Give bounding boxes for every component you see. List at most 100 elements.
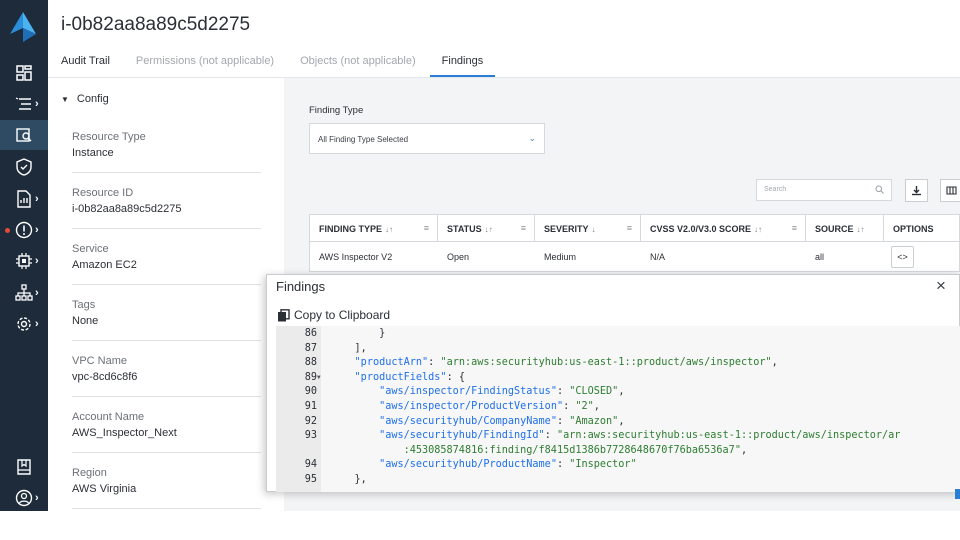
column-menu-icon[interactable]: ≡ — [521, 223, 526, 233]
column-header-cvss-score[interactable]: CVSS V2.0/V3.0 SCORE ↓↑ ≡ — [641, 215, 806, 241]
column-header-finding-type[interactable]: FINDING TYPE ↓↑ ≡ — [310, 215, 438, 241]
json-key: "aws/inspector/ProductVersion" — [379, 401, 564, 412]
line-number: 88 — [304, 357, 317, 369]
json-value: "arn:aws:securityhub:us-east-1::product/… — [556, 430, 901, 442]
field-value: None — [72, 315, 99, 327]
finding-type-select[interactable]: All Finding Type Selected ⌄ — [309, 123, 545, 154]
nav-docs[interactable] — [0, 452, 48, 482]
json-code-viewer[interactable]: 86 } 87 ], 88 "productArn": "arn:aws:secur… — [276, 326, 960, 492]
column-menu-icon[interactable]: ≡ — [792, 223, 797, 233]
code-line: 93 "aws/securityhub/FindingId": "arn:aws… — [276, 429, 960, 444]
line-number: 90 — [304, 386, 317, 398]
sort-icon[interactable]: ↓↑ — [857, 225, 865, 234]
line-number: 93 — [304, 430, 317, 442]
code-line: :453085874816:finding/f8415d1386b7728648… — [276, 444, 960, 459]
field-value: AWS Virginia — [72, 483, 137, 495]
json-punctuation: , — [593, 401, 600, 412]
shield-icon — [16, 158, 32, 176]
tab-audit-trail[interactable]: Audit Trail — [61, 55, 110, 78]
nav-compute[interactable]: › — [0, 246, 48, 276]
table-row[interactable]: AWS Inspector V2 Open Medium N/A all <> — [309, 242, 960, 272]
code-text: "aws/securityhub/ProductName": "Inspecto… — [330, 458, 637, 473]
code-line: 94 "aws/securityhub/ProductName": "Inspe… — [276, 458, 960, 473]
user-icon — [15, 489, 33, 507]
search-input[interactable]: Search — [756, 179, 892, 201]
json-key: "aws/securityhub/FindingId" — [379, 430, 545, 442]
field-label: Service — [72, 243, 109, 255]
close-icon[interactable]: × — [936, 276, 946, 296]
json-punctuation: } — [379, 328, 386, 339]
column-menu-icon[interactable]: ≡ — [627, 223, 632, 233]
view-json-button[interactable]: <> — [891, 246, 914, 268]
nav-settings[interactable]: › — [0, 309, 48, 339]
code-line: 92 "aws/securityhub/CompanyName": "Amazo… — [276, 415, 960, 430]
network-icon — [15, 284, 33, 301]
chevron-right-icon: › — [35, 98, 39, 110]
chevron-right-icon: › — [35, 318, 39, 330]
code-text: }, — [330, 473, 367, 488]
download-button[interactable] — [905, 179, 928, 202]
nav-security[interactable] — [0, 152, 48, 182]
caret-down-icon: ▼ — [61, 94, 69, 104]
finding-type-label: Finding Type — [309, 105, 364, 116]
nav-user[interactable]: › — [0, 483, 48, 513]
nav-network[interactable]: › — [0, 278, 48, 308]
column-header-severity[interactable]: SEVERITY ↓ ≡ — [535, 215, 641, 241]
json-key: "aws/securityhub/CompanyName" — [379, 415, 557, 427]
column-label: FINDING TYPE — [319, 224, 383, 234]
column-label: OPTIONS — [893, 224, 934, 234]
nav-resource-search[interactable] — [0, 120, 48, 150]
columns-icon — [946, 186, 957, 195]
json-punctuation: }, — [354, 474, 367, 485]
tab-findings[interactable]: Findings — [429, 55, 495, 78]
field-value: i-0b82aa8a89c5d2275 — [72, 203, 182, 215]
table-header: FINDING TYPE ↓↑ ≡ STATUS ↓↑ ≡ SEVERITY ↓ ≡ CVS… — [309, 214, 960, 242]
nav-dashboard[interactable] — [0, 58, 48, 88]
cell-severity: Medium — [544, 252, 577, 262]
column-header-source[interactable]: SOURCE ↓↑ — [806, 215, 884, 241]
json-punctuation: : — [556, 415, 570, 427]
nav-reports[interactable]: › — [0, 184, 48, 214]
columns-button[interactable] — [940, 179, 960, 202]
nav-inventory[interactable]: › — [0, 89, 48, 119]
column-menu-icon[interactable]: ≡ — [424, 223, 429, 233]
list-icon — [15, 97, 31, 110]
chevron-right-icon: › — [35, 492, 39, 504]
book-icon — [17, 459, 31, 475]
sort-icon[interactable]: ↓↑ — [485, 225, 493, 234]
logo-icon[interactable] — [10, 12, 36, 42]
json-punctuation: , — [618, 386, 625, 398]
field-service: Service Amazon EC2 — [72, 243, 261, 285]
modal-title: Findings — [276, 279, 326, 294]
report-icon — [17, 190, 31, 208]
json-value: "2" — [575, 401, 594, 412]
line-number: 87 — [304, 342, 317, 354]
json-punctuation: : — [544, 430, 557, 442]
column-header-status[interactable]: STATUS ↓↑ ≡ — [438, 215, 535, 241]
sort-icon[interactable]: ↓↑ — [754, 225, 762, 234]
field-tags: Tags None — [72, 299, 261, 341]
sort-icon[interactable]: ↓↑ — [385, 225, 393, 234]
field-label: Resource ID — [72, 187, 134, 199]
field-label: Resource Type — [72, 131, 146, 143]
copy-to-clipboard-button[interactable]: Copy to Clipboard — [277, 308, 390, 322]
sort-icon[interactable]: ↓ — [592, 225, 596, 234]
code-line: 89 ▼ "productFields": { — [276, 371, 960, 386]
field-label: Region — [72, 467, 107, 479]
code-line: 87 ], — [276, 342, 960, 357]
json-key: "aws/securityhub/ProductName" — [379, 459, 557, 471]
nav-alerts[interactable]: › — [0, 215, 48, 245]
chevron-right-icon: › — [35, 193, 39, 205]
fold-toggle-icon[interactable]: ▼ — [317, 371, 321, 386]
config-section-toggle[interactable]: ▼ Config — [61, 93, 109, 105]
chip-icon — [16, 253, 32, 269]
json-punctuation: , — [618, 415, 625, 427]
code-line: 90 "aws/inspector/FindingStatus": "CLOSE… — [276, 385, 960, 400]
